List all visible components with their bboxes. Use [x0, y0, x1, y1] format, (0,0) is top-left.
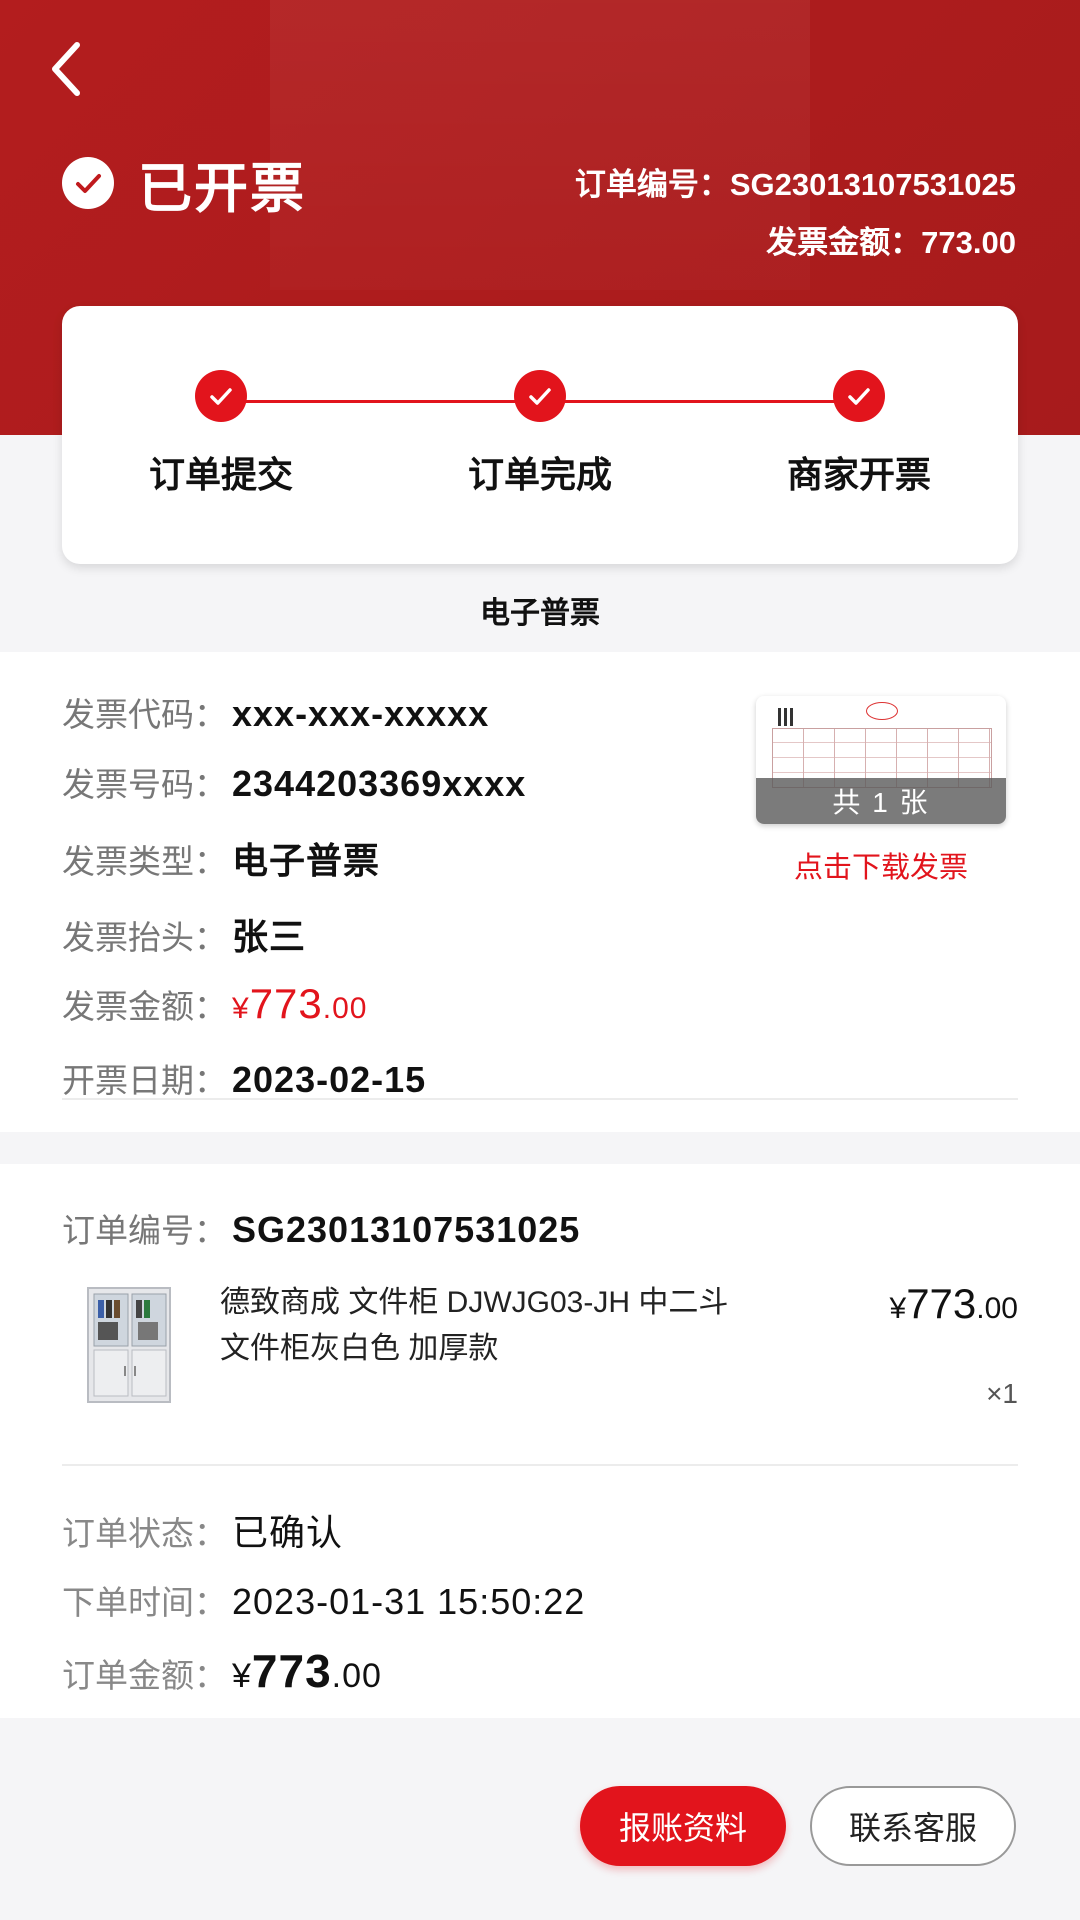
header-invoice-amount: 发票金额：773.00 — [766, 225, 1016, 260]
order-id-row: 订单编号： SG23013107531025 — [62, 1204, 580, 1252]
invoice-details: 发票代码： xxx-xxx-xxxxx 发票号码： 2344203369xxxx… — [0, 652, 1080, 1132]
invoice-date-row: 开票日期： 2023-02-15 — [62, 1054, 426, 1102]
divider — [62, 1098, 1018, 1100]
check-icon — [514, 370, 566, 422]
expense-materials-button[interactable]: 报账资料 — [580, 1786, 786, 1866]
row-key: 发票抬头： — [62, 919, 227, 956]
check-icon — [195, 370, 247, 422]
header-order-number: 订单编号：SG23013107531025 — [574, 167, 1016, 202]
order-time: 2023-01-31 15:50:22 — [232, 1581, 586, 1622]
stamp-icon — [866, 702, 898, 720]
invoice-title-row: 发票抬头： 张三 — [62, 908, 306, 960]
status-title: 已开票 — [138, 158, 306, 219]
invoice-amount-row: 发票金额： ¥773.00 — [62, 980, 367, 1028]
row-key: 发票金额： — [62, 988, 227, 1025]
check-icon — [833, 370, 885, 422]
thumbnail-count: 共 1 张 — [756, 778, 1006, 824]
product-price: ¥773.00 — [890, 1280, 1018, 1328]
row-key: 订单状态： — [62, 1515, 227, 1552]
invoice-kind-title: 电子普票 — [480, 597, 600, 630]
price-integer: 773 — [906, 1280, 977, 1327]
order-details: 订单编号： SG23013107531025 德致商成 文件柜 DJWJG03-… — [0, 1164, 1080, 1718]
amount-integer: 773 — [251, 1645, 332, 1697]
order-status: 已确认 — [232, 1512, 344, 1553]
download-invoice-link[interactable]: 点击下载发票 — [756, 844, 1006, 886]
amount-decimal: .00 — [322, 992, 368, 1025]
invoice-number: 2344203369xxxx — [232, 763, 527, 804]
check-circle-icon — [62, 157, 114, 209]
invoice-date: 2023-02-15 — [232, 1059, 427, 1100]
row-key: 下单时间： — [62, 1584, 227, 1621]
step-label: 商家开票 — [786, 454, 931, 495]
order-time-row: 下单时间： 2023-01-31 15:50:22 — [62, 1576, 585, 1624]
file-cabinet-icon — [87, 1287, 171, 1403]
order-id: SG23013107531025 — [232, 1209, 581, 1250]
row-key: 订单金额： — [62, 1657, 227, 1694]
step-order-submitted: 订单提交 — [91, 370, 351, 498]
progress-card: 订单提交 订单完成 商家开票 — [62, 306, 1018, 564]
order-amount-row: 订单金额： ¥773.00 — [62, 1644, 382, 1698]
row-key: 开票日期： — [62, 1062, 227, 1099]
back-button[interactable] — [36, 36, 96, 102]
row-key: 订单编号： — [62, 1212, 227, 1249]
row-key: 发票类型： — [62, 843, 227, 880]
amount-decimal: .00 — [331, 1657, 382, 1695]
invoice-type-row: 发票类型： 电子普票 — [62, 832, 380, 884]
divider — [62, 1464, 1018, 1466]
currency-symbol: ¥ — [889, 1292, 907, 1325]
amount-integer: 773 — [249, 980, 323, 1027]
step-label: 订单完成 — [467, 454, 612, 495]
step-merchant-invoiced: 商家开票 — [729, 370, 989, 498]
chevron-left-icon — [52, 42, 80, 96]
order-status-row: 订单状态： 已确认 — [62, 1504, 343, 1556]
invoice-amount: ¥773.00 — [232, 980, 367, 1028]
currency-symbol: ¥ — [232, 1657, 252, 1695]
product-quantity: ×1 — [986, 1378, 1018, 1409]
invoice-thumbnail[interactable]: 共 1 张 — [756, 696, 1006, 824]
invoice-title: 张三 — [232, 916, 307, 957]
step-order-completed: 订单完成 — [410, 370, 670, 498]
invoice-code-row: 发票代码： xxx-xxx-xxxxx — [62, 688, 489, 736]
product-name[interactable]: 德致商成 文件柜 DJWJG03-JH 中二斗文件柜灰白色 加厚款 — [220, 1280, 740, 1372]
currency-symbol: ¥ — [232, 992, 250, 1025]
price-decimal: .00 — [976, 1292, 1018, 1325]
row-key: 发票号码： — [62, 766, 227, 803]
invoice-status: 已开票 — [62, 150, 306, 219]
invoice-number-row: 发票号码： 2344203369xxxx — [62, 758, 526, 806]
row-key: 发票代码： — [62, 696, 227, 733]
product-image[interactable] — [82, 1286, 178, 1406]
invoice-code: xxx-xxx-xxxxx — [232, 693, 490, 734]
header-summary: 订单编号：SG23013107531025 发票金额：773.00 — [575, 156, 1016, 272]
step-label: 订单提交 — [148, 454, 293, 495]
contact-service-button[interactable]: 联系客服 — [810, 1786, 1016, 1866]
invoice-type: 电子普票 — [232, 840, 381, 881]
order-amount: ¥773.00 — [232, 1644, 382, 1698]
qr-code-icon — [778, 708, 796, 726]
